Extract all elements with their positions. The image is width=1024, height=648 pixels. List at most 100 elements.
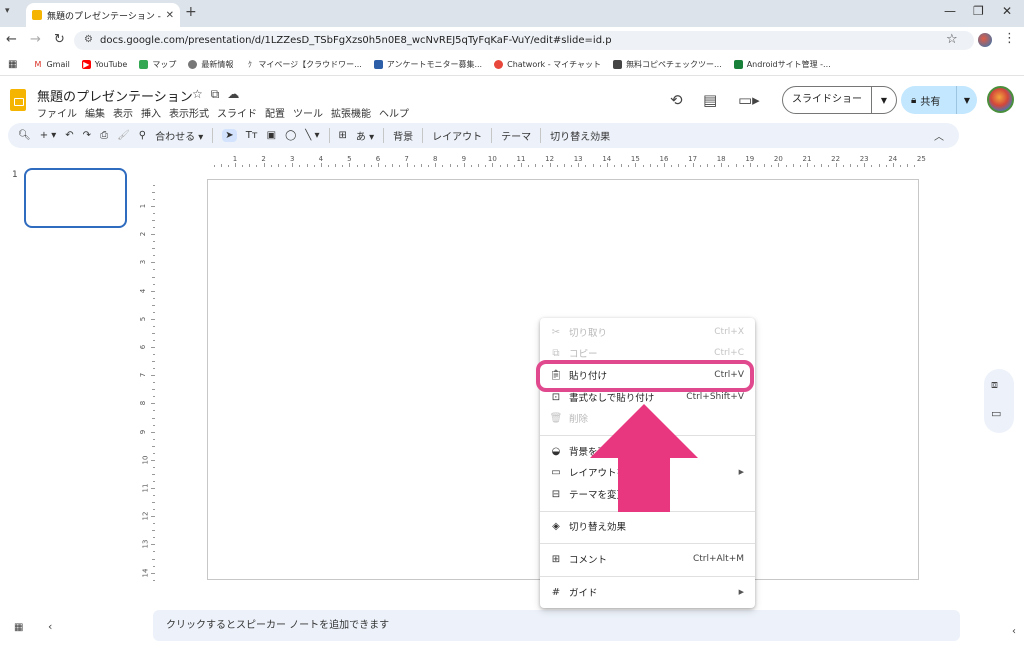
input-tools-icon[interactable]: あ ▾ [356,128,374,143]
toolbar: 🔍︎ + ▾ ↶ ↷ ⎙ 🖌︎ ⚲ 合わせる ▾ ➤ Tт ▣ ◯ ╲ ▾ ⊞ … [8,123,959,148]
slideshow-button[interactable]: スライドショー ▼ [782,86,897,114]
line-icon[interactable]: ╲ ▾ [305,130,319,141]
ruler-label: 4 [318,155,324,163]
fit-zoom-select[interactable]: 合わせる ▾ [155,128,203,143]
theme-button[interactable]: テーマ [501,128,531,143]
back-icon[interactable]: ← [6,32,17,47]
ruler-tick [292,163,294,167]
chevron-down-icon[interactable]: ▼ [957,96,977,105]
layout-button[interactable]: レイアウト [432,128,482,143]
transition-button[interactable]: 切り替え効果 [550,128,610,143]
ruler-tick [242,165,244,167]
browser-tab[interactable]: 無題のプレゼンテーション - Google ✕ [26,3,180,27]
text-box-icon[interactable]: Tт [246,130,258,141]
ruler-label: 15 [630,155,640,163]
tab-search-icon[interactable]: ▾ [5,6,10,16]
speaker-notes[interactable]: クリックするとスピーカー ノートを追加できます [153,610,960,641]
menu-insert[interactable]: 挿入 [141,104,161,121]
bookmark-survey[interactable]: アンケートモニター募集... [373,59,482,70]
menu-edit[interactable]: 編集 [85,104,105,121]
transition-icon: ◈ [552,520,560,532]
slideshow-label[interactable]: スライドショー [783,87,872,113]
collapse-filmstrip-icon[interactable]: ‹ [48,620,52,633]
site-info-icon[interactable]: ⚙ [84,34,93,45]
image-icon[interactable]: ▣ [267,130,276,141]
menu-file[interactable]: ファイル [37,104,77,121]
restore-icon[interactable]: ❐ [973,4,984,18]
close-tab-icon[interactable]: ✕ [166,10,174,21]
chevron-down-icon[interactable]: ▼ [872,96,896,105]
account-avatar[interactable] [987,86,1014,113]
apps-grid-icon[interactable]: ▦ [8,59,17,70]
document-title[interactable]: 無題のプレゼンテーション [37,86,193,105]
menu-item-cut[interactable]: ✂ 切り取り Ctrl+X [540,322,755,342]
address-bar[interactable]: docs.google.com/presentation/d/1LZZesD_T… [74,31,974,50]
horizontal-ruler[interactable]: 1 2 3 4 5 6 7 8 9 10 11 12 13 14 15 16 17 18 19 20 21 22 23 24 2… [207,155,926,167]
redo-icon[interactable]: ↷ [83,130,91,141]
up-arrow-annotation [590,404,698,512]
meet-camera-icon[interactable]: ▭▸ [738,91,760,109]
zoom-icon[interactable]: ⚲ [139,130,146,141]
cloud-status-icon[interactable]: ☁ [227,87,247,101]
browser-profile-avatar[interactable] [978,33,992,47]
new-slide-icon[interactable]: + ▾ [40,130,57,141]
bookmark-star-icon[interactable]: ☆ [946,32,958,47]
ruler-tick [153,466,155,468]
add-comment-icon[interactable]: ⊞ [339,130,347,141]
bookmark-android[interactable]: Androidサイト管理 -... [733,59,831,70]
bookmark-maps[interactable]: マップ [139,59,176,70]
reload-icon[interactable]: ↻ [54,32,65,47]
slide-number: 1 [12,170,18,180]
menu-divider [540,543,755,544]
version-history-icon[interactable]: ⟲ [670,91,683,109]
grid-view-icon[interactable]: ▦ [14,622,23,633]
chevron-left-icon[interactable]: ‹ [1012,626,1016,637]
keep-notes-icon[interactable]: ⧈ [991,378,998,392]
menu-format[interactable]: 表示形式 [169,104,209,121]
ruler-label: 1 [232,155,238,163]
menu-item-guides[interactable]: # ガイド ▶ [540,582,755,602]
paint-format-icon[interactable]: 🖌︎ [117,130,130,141]
browser-menu-icon[interactable]: ⋮ [1003,31,1016,46]
ruler-tick [152,304,155,306]
menu-item-comment[interactable]: ⊞ コメント Ctrl+Alt+M [540,549,755,569]
ruler-tick [151,375,155,377]
ruler-label: 21 [802,155,812,163]
bookmark-chatwork[interactable]: Chatwork - マイチャット [494,59,601,70]
undo-icon[interactable]: ↶ [65,130,73,141]
bookmark-copycheck[interactable]: 無料コピペチェックツー... [613,59,722,70]
print-icon[interactable]: ⎙ [100,130,108,141]
ruler-tick [151,318,155,320]
ruler-tick [492,163,494,167]
menu-help[interactable]: ヘルプ [379,104,409,121]
bookmark-gmail[interactable]: M Gmail [33,60,70,69]
menu-slide[interactable]: スライド [217,104,257,121]
vertical-ruler[interactable]: 1 2 3 4 5 6 7 8 9 10 11 12 13 14 [139,178,155,581]
chevron-up-icon[interactable]: ︿ [934,128,944,143]
bookmark-crowdworks[interactable]: ｸマイページ【クラウドワー... [245,59,362,70]
forward-icon[interactable]: → [30,32,41,47]
menu-arrange[interactable]: 配置 [265,104,285,121]
folder-icon[interactable]: ▭ [991,407,1001,420]
menu-tools[interactable]: ツール [293,104,323,121]
close-window-icon[interactable]: ✕ [1002,4,1012,18]
slides-logo[interactable] [10,89,26,111]
minimize-icon[interactable]: — [944,4,956,18]
background-button[interactable]: 背景 [393,128,413,143]
comments-icon[interactable]: ▤ [703,91,717,109]
new-tab-icon[interactable]: + [185,4,197,20]
search-menus-icon[interactable]: 🔍︎ [18,130,31,141]
menu-extensions[interactable]: 拡張機能 [331,104,371,121]
share-button[interactable]: 🔒︎ 共有 ▼ [901,86,977,114]
bookmark-news[interactable]: 最新情報 [188,59,233,70]
select-cursor-icon[interactable]: ➤ [222,129,237,142]
shape-icon[interactable]: ◯ [285,130,296,141]
bookmark-youtube[interactable]: ▶ YouTube [81,60,127,69]
menu-view[interactable]: 表示 [113,104,133,121]
trash-icon: 🗑︎ [549,412,563,424]
move-folder-icon[interactable]: ⧉ [211,87,228,101]
slide-thumbnail[interactable] [24,168,127,228]
ruler-tick [385,165,387,167]
menu-item-transition[interactable]: ◈ 切り替え効果 [540,516,755,536]
star-icon[interactable]: ☆ [192,87,211,101]
